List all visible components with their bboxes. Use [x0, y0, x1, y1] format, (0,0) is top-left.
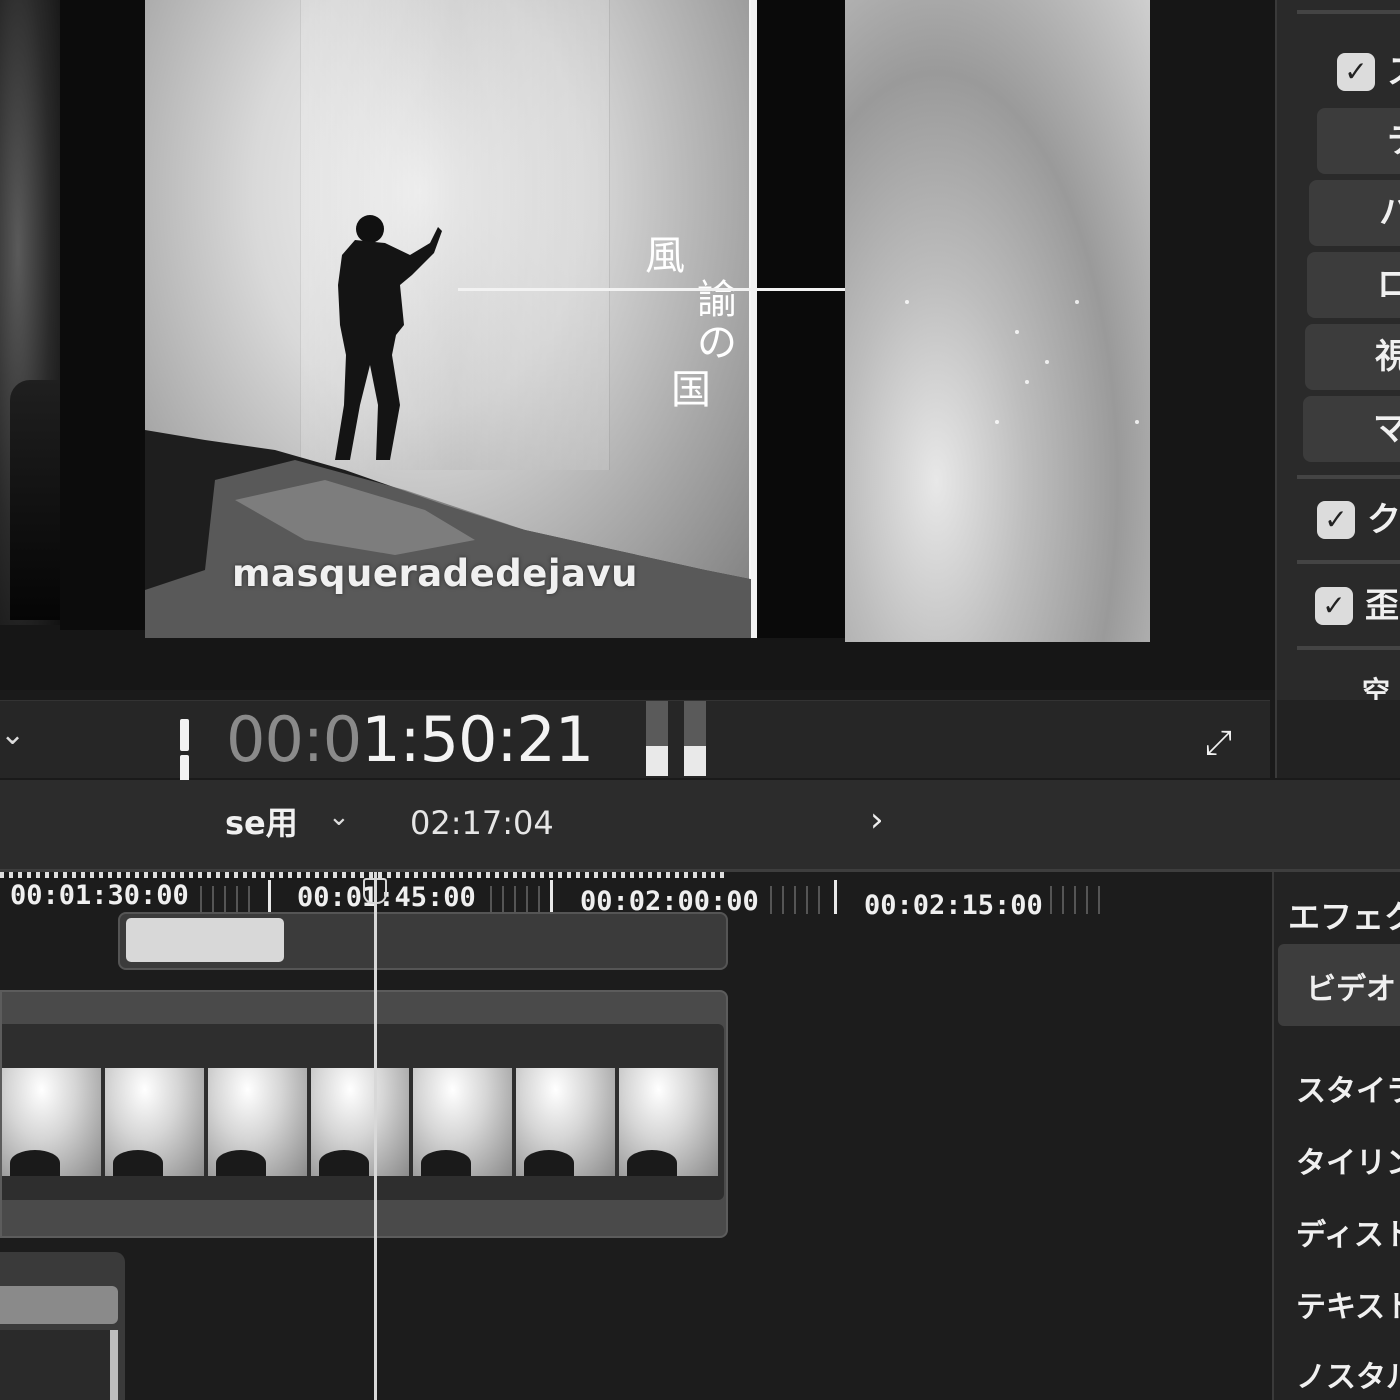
audio-meters [646, 701, 706, 776]
inspector-check-row-3[interactable]: ✓ 歪 [1315, 574, 1400, 634]
inspector-row-4[interactable]: 視 [1305, 324, 1400, 390]
checkbox-checked-icon[interactable]: ✓ [1315, 586, 1353, 625]
title-char-2: 諭 [697, 277, 737, 323]
checkbox-checked-icon[interactable]: ✓ [1317, 500, 1355, 539]
transport-bar: ⌄ 00:01:50:21 ⤢ [0, 700, 1270, 787]
viewer-frame-main: 風 諭 の 国 masqueradedejavu [145, 0, 755, 638]
primary-storyline[interactable] [0, 990, 728, 1238]
ruler-label-1: 00:01:30:00 [10, 880, 189, 911]
effects-category-item[interactable]: テキスト [1296, 1282, 1400, 1326]
audio-clip[interactable] [118, 912, 728, 970]
connected-clip[interactable] [0, 1252, 125, 1400]
inspector-row-3[interactable]: ロ [1307, 252, 1400, 318]
frame-divider-black [757, 0, 845, 638]
tab-video-label: ビデオ [1306, 972, 1396, 1007]
inspector-row-2[interactable]: ハ [1309, 180, 1400, 246]
inspector-check-row-2[interactable]: ✓ ク [1317, 488, 1400, 548]
inspector-row-1[interactable]: テ [1317, 108, 1400, 174]
timeline[interactable]: 00:01:30:00 00:01:45:00 00:02:00:00 00:0… [0, 872, 1272, 1400]
title-char-3: の [697, 320, 737, 366]
inspector-row-label: マ [1373, 409, 1400, 449]
title-char-1: 風 [645, 233, 685, 279]
effects-category-item[interactable]: ノスタル [1296, 1352, 1400, 1396]
checkbox-checked-icon[interactable]: ✓ [1337, 52, 1375, 91]
timecode-bright: 1:50:21 [361, 703, 594, 776]
filmstrip-frame [516, 1068, 616, 1176]
filmstrip-frame [207, 1068, 307, 1176]
viewer-frame-right [845, 0, 1150, 642]
inspector-row-label: 視 [1375, 337, 1400, 377]
timeline-header: se用 ⌄ 02:17:04 › [0, 780, 1400, 872]
effects-category-item[interactable]: タイリン [1296, 1138, 1400, 1182]
effects-browser: エフェク ビデオ スタイラ タイリン ディスト テキスト ノスタル [1272, 872, 1400, 1400]
audio-meter-right [684, 701, 706, 776]
audio-meter-left [646, 701, 668, 776]
chevron-down-icon[interactable]: ⌄ [328, 802, 350, 832]
title-char-4: 国 [671, 367, 711, 413]
filmstrip-frame [413, 1068, 513, 1176]
effects-title: エフェク [1288, 898, 1400, 936]
inspector-row-label: テ [1387, 121, 1400, 161]
inspector-row-label: ハ [1379, 193, 1400, 233]
filmstrip-frame [619, 1068, 719, 1176]
person-silhouette [335, 215, 442, 460]
inspector-footer [1275, 700, 1400, 778]
rock-silhouette [145, 430, 755, 638]
ruler-range-dots [0, 872, 725, 878]
project-name[interactable]: se用 [225, 798, 298, 844]
viewer-frame-left [0, 0, 60, 625]
inspector-row-label: ロ [1377, 265, 1400, 305]
timecode-dim: 00:0 [226, 703, 362, 776]
effects-category-item[interactable]: スタイラ [1296, 1066, 1400, 1110]
playhead[interactable] [374, 872, 377, 1400]
inspector-panel: ✓ス テ ハ ロ 視 マ ✓ク ✓歪 空間 [1275, 0, 1400, 748]
clip-selection[interactable] [126, 918, 284, 962]
filmstrip-frame [2, 1068, 101, 1176]
video-clip[interactable] [2, 1024, 724, 1200]
timecode-display[interactable]: 00:01:50:21 [226, 703, 594, 776]
chevron-down-icon[interactable]: ⌄ [0, 717, 25, 752]
vertical-title: 風 諭 の 国 [645, 228, 745, 418]
project-duration: 02:17:04 [410, 804, 554, 842]
chevron-right-icon[interactable]: › [870, 800, 884, 840]
effects-category-item[interactable]: ディスト [1296, 1210, 1400, 1254]
inspector-label: ク [1367, 499, 1400, 540]
ruler-label-4: 00:02:15:00 [864, 890, 1043, 921]
filmstrip [2, 1068, 719, 1176]
frame-divider [60, 0, 145, 630]
timeline-ruler[interactable]: 00:01:30:00 00:01:45:00 00:02:00:00 00:0… [0, 872, 1272, 921]
filmstrip-frame [310, 1068, 410, 1176]
viewer: 風 諭 の 国 masqueradedejavu [0, 0, 1275, 690]
inspector-label: 歪 [1365, 585, 1399, 626]
inspector-row-5[interactable]: マ [1303, 396, 1400, 462]
title-underline [458, 288, 851, 291]
pause-button[interactable] [180, 719, 210, 787]
watermark-text: masqueradedejavu [232, 552, 638, 595]
fullscreen-icon[interactable]: ⤢ [1205, 723, 1232, 763]
inspector-check-row-1[interactable]: ✓ス [1337, 40, 1400, 100]
filmstrip-frame [104, 1068, 204, 1176]
tab-video[interactable]: ビデオ [1278, 944, 1400, 1026]
inspector-label: ス [1387, 42, 1400, 102]
